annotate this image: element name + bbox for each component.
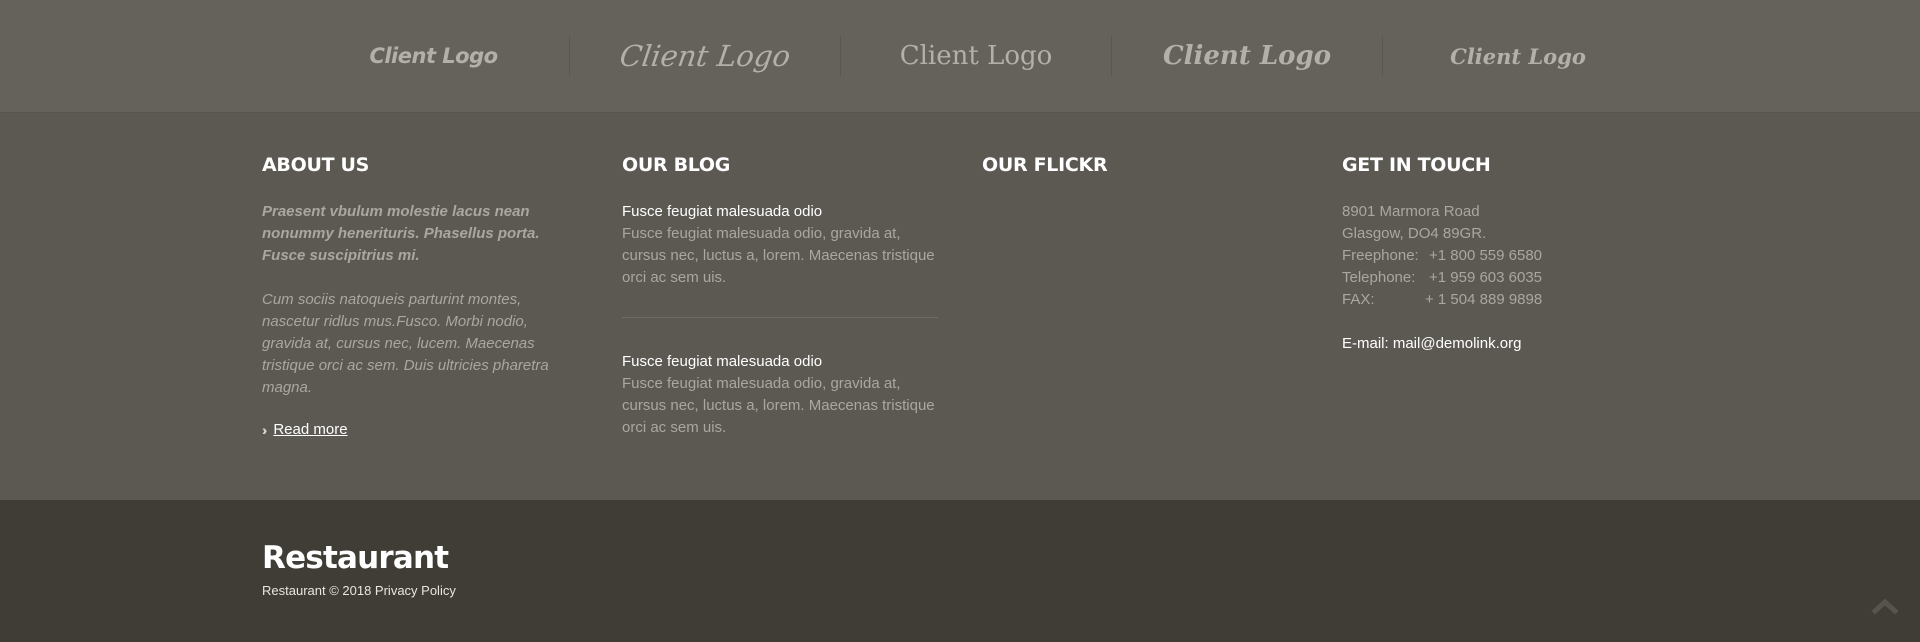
email-label: E-mail: (1342, 335, 1389, 352)
footer-bottom: Restaurant Restaurant © 2018 Privacy Pol… (0, 500, 1920, 642)
telephone-row: Telephone: +1 959 603 6035 (1342, 267, 1542, 289)
read-more-link[interactable]: Read more (273, 421, 347, 438)
chevron-up-icon (1871, 598, 1899, 615)
about-column: ABOUT US Praesent vbulum molestie lacus … (262, 153, 562, 438)
client-logo-text: Client Logo (899, 41, 1053, 71)
client-logo-4[interactable]: Client Logo (1111, 36, 1382, 76)
email-link[interactable]: mail@demolink.org (1393, 335, 1522, 352)
client-logo-text: Client Logo (617, 39, 793, 73)
read-more-link-row: ›› Read more (262, 421, 562, 438)
footer-main: ABOUT US Praesent vbulum molestie lacus … (0, 113, 1920, 500)
about-heading: ABOUT US (262, 154, 370, 176)
fax-value: + 1 504 889 9898 (1425, 291, 1543, 308)
client-logo-text: Client Logo (369, 44, 498, 68)
blog-divider (622, 317, 938, 318)
fax-label: FAX: (1342, 291, 1375, 308)
telephone-label: Telephone: (1342, 269, 1416, 286)
client-logos-bar: Client Logo Client Logo Client Logo Clie… (0, 0, 1920, 113)
client-logo-text: Client Logo (1162, 41, 1332, 71)
double-chevron-right-icon: ›› (262, 421, 269, 438)
client-logo-2[interactable]: Client Logo (569, 36, 840, 76)
client-logo-3[interactable]: Client Logo (840, 36, 1111, 76)
flickr-column: OUR FLICKR (982, 153, 1108, 201)
blog-post: Fusce feugiat malesuada odio Fusce feugi… (622, 201, 942, 289)
about-lead: Praesent vbulum molestie lacus nean nonu… (262, 203, 540, 264)
blog-heading: OUR BLOG (622, 154, 731, 176)
email-row: E-mail: mail@demolink.org (1342, 333, 1542, 355)
blog-post-text: Fusce feugiat malesuada odio, gravida at… (622, 225, 935, 286)
flickr-heading: OUR FLICKR (982, 154, 1108, 176)
telephone-value: +1 959 603 6035 (1429, 269, 1543, 286)
fax-row: FAX: + 1 504 889 9898 (1342, 289, 1542, 311)
blog-post-title[interactable]: Fusce feugiat malesuada odio (622, 351, 942, 373)
address-line-1: 8901 Marmora Road (1342, 203, 1480, 220)
client-logos-row: Client Logo Client Logo Client Logo Clie… (298, 36, 1653, 76)
contact-heading: GET IN TOUCH (1342, 154, 1491, 176)
freephone-label: Freephone: (1342, 247, 1419, 264)
address-line-2: Glasgow, DO4 89GR. (1342, 225, 1487, 242)
copyright-text: Restaurant © 2018 Privacy Policy (262, 583, 456, 598)
blog-post: Fusce feugiat malesuada odio Fusce feugi… (622, 351, 942, 439)
blog-post-text: Fusce feugiat malesuada odio, gravida at… (622, 375, 935, 436)
blog-column: OUR BLOG Fusce feugiat malesuada odio Fu… (622, 153, 942, 439)
scroll-to-top-button[interactable] (1870, 596, 1900, 616)
contact-column: GET IN TOUCH 8901 Marmora Road Glasgow, … (1342, 153, 1542, 355)
freephone-row: Freephone: +1 800 559 6580 (1342, 245, 1542, 267)
about-body: Cum sociis natoqueis parturint montes, n… (262, 291, 549, 396)
freephone-value: +1 800 559 6580 (1429, 247, 1543, 264)
blog-post-title[interactable]: Fusce feugiat malesuada odio (622, 201, 942, 223)
client-logo-text: Client Logo (1450, 43, 1586, 69)
brand-logo[interactable]: Restaurant (262, 540, 449, 576)
client-logo-1[interactable]: Client Logo (298, 36, 569, 76)
client-logo-5[interactable]: Client Logo (1382, 36, 1653, 76)
